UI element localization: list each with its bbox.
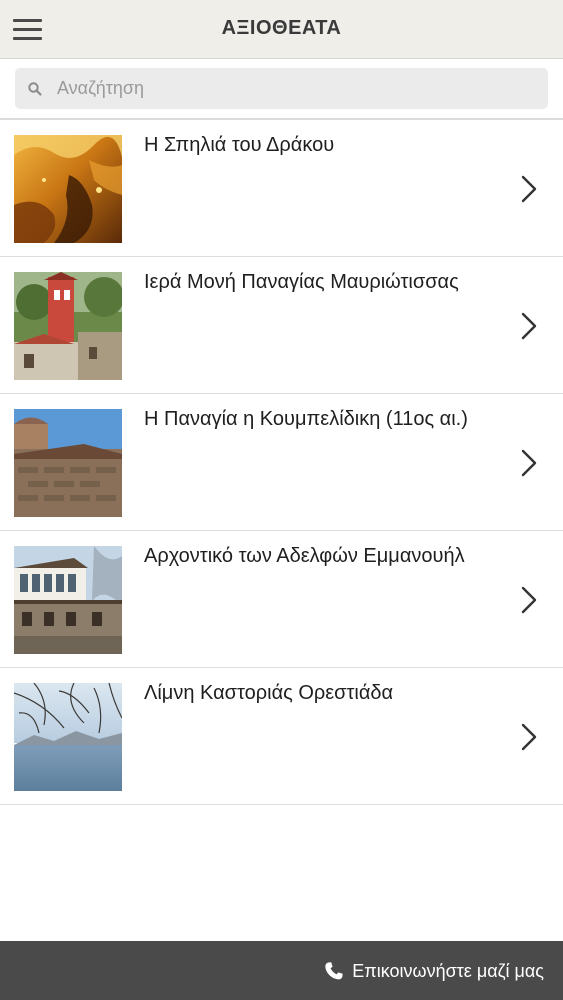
list-item-label: Η Παναγία η Κουμπελίδικη (11ος αι.) xyxy=(144,408,468,430)
search-bar xyxy=(0,59,563,120)
list-item-label: Ιερά Μονή Παναγίας Μαυριώτισσας xyxy=(144,271,459,293)
monastery-bell-tower-photo xyxy=(14,272,122,380)
contact-label: Επικοινωνήστε μαζί μας xyxy=(352,960,544,981)
list-item[interactable]: Η Σπηλιά του Δράκου xyxy=(0,120,563,257)
footer-bar: Επικοινωνήστε μαζί μας xyxy=(0,941,563,1000)
chevron-right-icon xyxy=(521,175,537,203)
sights-list: Η Σπηλιά του Δράκου Ιερά Μονή Παναγίας Μ… xyxy=(0,120,563,805)
mansion-photo xyxy=(14,546,122,654)
list-item-label: Λίμνη Καστοριάς Ορεστιάδα xyxy=(144,682,394,704)
chevron-right-icon xyxy=(521,449,537,477)
byzantine-church-photo xyxy=(14,409,122,517)
list-item-label: Η Σπηλιά του Δράκου xyxy=(144,134,335,156)
cave-photo xyxy=(14,135,122,243)
list-item[interactable]: Η Παναγία η Κουμπελίδικη (11ος αι.) xyxy=(0,394,563,531)
app-header: ΑΞΙΟΘΕΑΤΑ xyxy=(0,0,563,59)
list-item[interactable]: Ιερά Μονή Παναγίας Μαυριώτισσας xyxy=(0,257,563,394)
chevron-right-icon xyxy=(521,312,537,340)
contact-us-button[interactable]: Επικοινωνήστε μαζί μας xyxy=(324,959,544,983)
chevron-right-icon xyxy=(521,723,537,751)
lake-photo xyxy=(14,683,122,791)
list-item[interactable]: Λίμνη Καστοριάς Ορεστιάδα xyxy=(0,668,563,805)
search-icon xyxy=(28,82,42,96)
chevron-right-icon xyxy=(521,586,537,614)
list-item[interactable]: Αρχοντικό των Αδελφών Εμμανουήλ xyxy=(0,531,563,668)
phone-icon xyxy=(325,962,343,980)
list-item-label: Αρχοντικό των Αδελφών Εμμανουήλ xyxy=(144,545,465,567)
search-input[interactable] xyxy=(57,68,527,109)
page-title: ΑΞΙΟΘΕΑΤΑ xyxy=(221,17,342,39)
search-box[interactable] xyxy=(15,68,548,109)
